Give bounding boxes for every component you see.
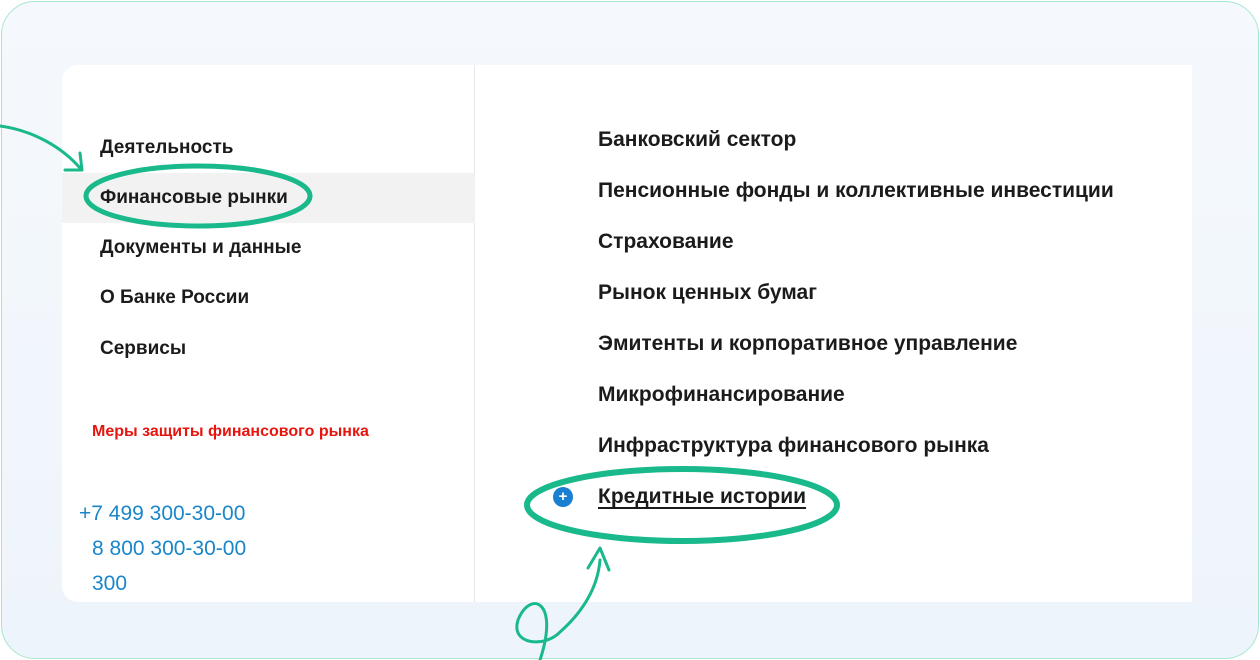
- submenu-item-market-infrastructure[interactable]: Инфраструктура финансового рынка: [598, 434, 989, 458]
- sidebar-item-label: Документы и данные: [100, 237, 302, 258]
- submenu-item-issuers-governance[interactable]: Эмитенты и корпоративное управление: [598, 332, 1017, 356]
- submenu-list: Банковский сектор Пенсионные фонды и кол…: [598, 65, 1192, 602]
- submenu-item-banking-sector[interactable]: Банковский сектор: [598, 128, 796, 152]
- sidebar: Деятельность Финансовые рынки Документы …: [62, 65, 475, 602]
- sidebar-item-label: Сервисы: [100, 338, 187, 359]
- submenu-item-microfinance[interactable]: Микрофинансирование: [598, 383, 845, 407]
- sidebar-item-activity[interactable]: Деятельность: [62, 123, 475, 173]
- submenu-item-pension-funds[interactable]: Пенсионные фонды и коллективные инвестиц…: [598, 179, 1114, 203]
- sidebar-item-about-bank[interactable]: О Банке России: [62, 273, 475, 323]
- sidebar-item-documents-data[interactable]: Документы и данные: [62, 223, 475, 273]
- market-protection-link[interactable]: Меры защиты финансового рынка: [92, 423, 369, 441]
- mega-menu-panel: Деятельность Финансовые рынки Документы …: [62, 65, 1192, 602]
- phone-link-moscow[interactable]: +7 499 300-30-00: [79, 502, 245, 526]
- submenu-item-credit-histories[interactable]: Кредитные истории: [598, 485, 806, 509]
- sidebar-item-label: Финансовые рынки: [100, 187, 288, 208]
- plus-icon[interactable]: +: [553, 487, 573, 507]
- sidebar-item-label: Деятельность: [100, 137, 234, 158]
- sidebar-item-financial-markets[interactable]: Финансовые рынки: [62, 173, 475, 223]
- phone-link-free[interactable]: 8 800 300-30-00: [92, 537, 246, 561]
- sidebar-item-services[interactable]: Сервисы: [62, 324, 475, 374]
- phone-link-short[interactable]: 300: [92, 572, 127, 596]
- submenu-item-securities-market[interactable]: Рынок ценных бумаг: [598, 281, 817, 305]
- submenu-item-insurance[interactable]: Страхование: [598, 230, 734, 254]
- screenshot-frame: Деятельность Финансовые рынки Документы …: [1, 1, 1259, 659]
- sidebar-item-label: О Банке России: [100, 287, 250, 308]
